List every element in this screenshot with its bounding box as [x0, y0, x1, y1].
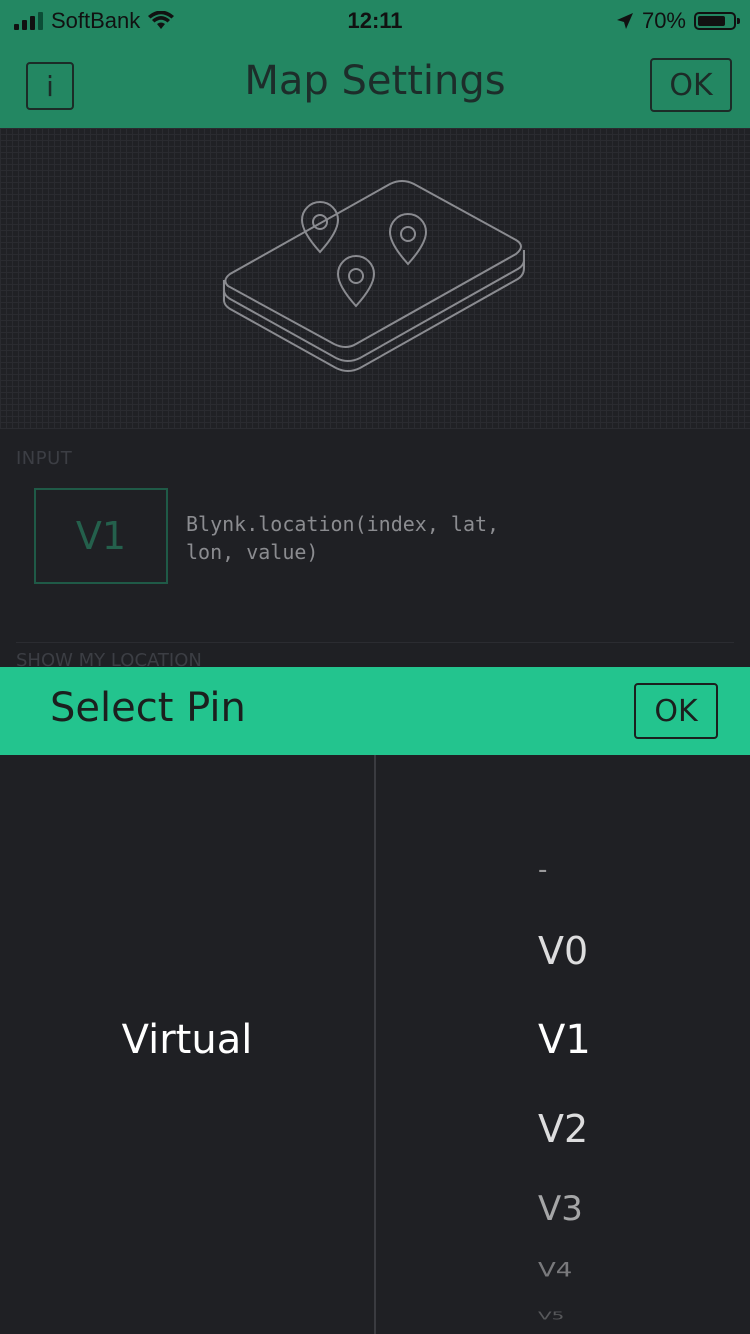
map-illustration [0, 128, 750, 429]
section-divider [16, 642, 734, 643]
status-right: 70% [616, 8, 740, 34]
pin-sheet-title: Select Pin [50, 685, 246, 731]
pin-sheet-ok-button[interactable]: OK [634, 683, 718, 739]
status-bar: SoftBank 12:11 70% [0, 0, 750, 40]
page-title: Map Settings [244, 58, 506, 104]
code-hint-line: lon, value) [186, 540, 319, 564]
pin-type-option[interactable]: Virtual [0, 1017, 374, 1063]
app-header: i Map Settings OK [0, 40, 750, 128]
input-section-label: INPUT [16, 448, 73, 469]
map-pins-illustration-icon [223, 180, 525, 372]
code-hint-line: Blynk.location(index, lat, [186, 512, 500, 536]
location-arrow-icon [616, 13, 633, 29]
pin-sheet-header: Select Pin OK [0, 667, 750, 755]
pin-option[interactable]: V2 [538, 1107, 588, 1151]
code-hint: Blynk.location(index, lat, lon, value) [186, 510, 606, 566]
ok-button[interactable]: OK [650, 58, 732, 112]
battery-icon [694, 12, 740, 30]
picker-divider [374, 755, 376, 1334]
pin-option[interactable]: - [538, 855, 547, 885]
pin-option[interactable]: V3 [538, 1189, 583, 1229]
pin-selector-button[interactable]: V1 [34, 488, 168, 584]
pin-option-selected[interactable]: V1 [538, 1017, 591, 1063]
pin-option[interactable]: V4 [538, 1259, 572, 1282]
pin-option[interactable]: V5 [538, 1309, 564, 1322]
battery-percent: 70% [641, 8, 686, 33]
pin-option[interactable]: V0 [538, 929, 588, 973]
pin-picker[interactable]: Virtual - V0 V1 V2 V3 V4 V5 [0, 755, 750, 1334]
